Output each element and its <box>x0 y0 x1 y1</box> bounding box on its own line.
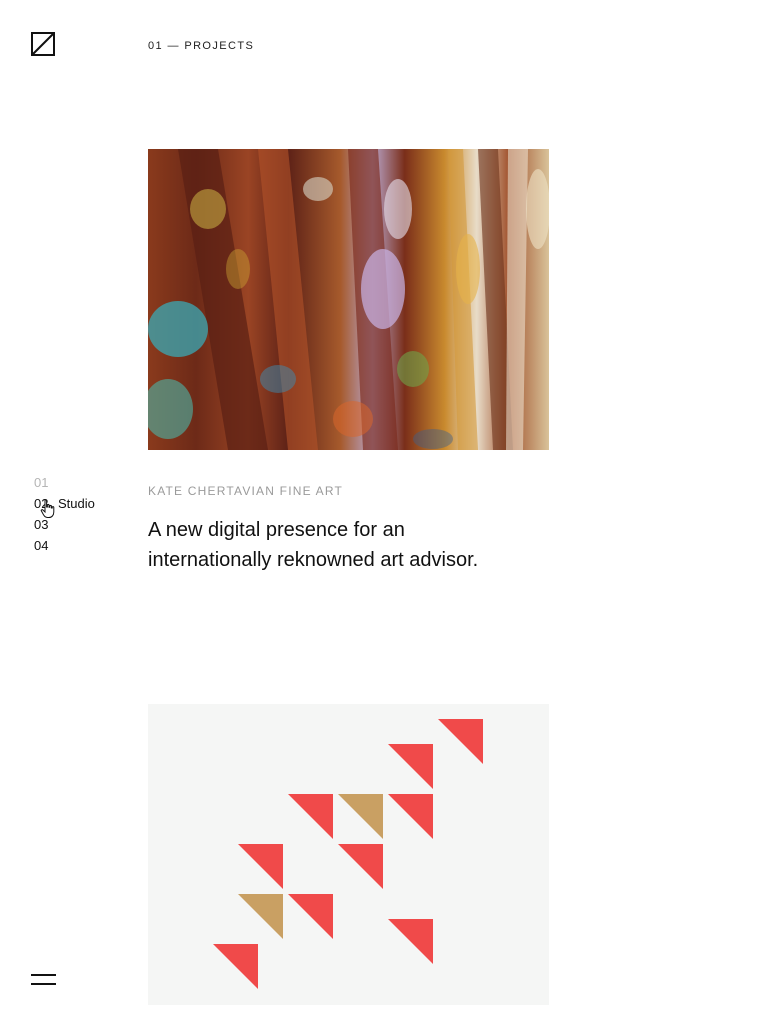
nav-item-number: 02 <box>34 496 49 511</box>
project-headline-line-1: A new digital presence for an <box>148 519 405 541</box>
triangle-shape <box>388 919 433 964</box>
nav-item-02-studio[interactable]: 02 Studio <box>34 493 124 514</box>
section-label: 01 — PROJECTS <box>148 40 255 52</box>
menu-line-bottom <box>31 983 56 985</box>
project-headline-line-2: internationally reknowned art advisor. <box>148 549 479 571</box>
menu-line-top <box>31 974 56 976</box>
square-diagonal-logo-icon[interactable] <box>31 32 55 56</box>
triangle-pattern <box>213 719 483 989</box>
triangle-shape <box>438 719 483 764</box>
project-image-triangles[interactable] <box>148 704 549 1005</box>
triangle-shape <box>338 794 383 839</box>
nav-item-number: 03 <box>34 517 49 532</box>
triangle-shape <box>338 844 383 889</box>
project-headline[interactable]: A new digital presence for an internatio… <box>148 515 568 575</box>
nav-item-04[interactable]: 04 <box>34 535 124 556</box>
triangle-shape <box>288 794 333 839</box>
hamburger-menu-icon[interactable] <box>31 972 57 988</box>
page-nav: 01 02 Studio 03 04 <box>34 472 124 556</box>
triangle-shape <box>213 944 258 989</box>
nav-item-01[interactable]: 01 <box>34 472 124 493</box>
nav-item-number: 04 <box>34 538 49 553</box>
triangle-shape <box>388 744 433 789</box>
project-client-name[interactable]: KATE CHERTAVIAN FINE ART <box>148 484 343 498</box>
triangle-shape <box>388 794 433 839</box>
nav-item-number: 01 <box>34 475 49 490</box>
project-image-painting[interactable] <box>148 149 549 450</box>
nav-item-label: Studio <box>58 496 95 511</box>
triangle-shape <box>288 894 333 939</box>
triangle-shape <box>238 894 283 939</box>
triangle-shape <box>238 844 283 889</box>
nav-item-03[interactable]: 03 <box>34 514 124 535</box>
